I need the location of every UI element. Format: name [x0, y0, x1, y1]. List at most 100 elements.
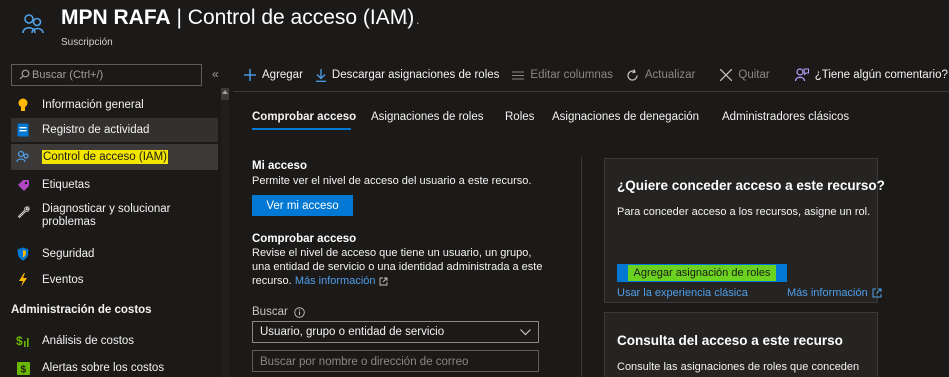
sidebar-item-overview[interactable]: Información general [11, 95, 218, 115]
collapse-sidebar-button[interactable]: « [212, 67, 219, 81]
download-icon [315, 68, 326, 82]
tab-classic-administrators[interactable]: Administradores clásicos [722, 111, 849, 123]
more-info-link[interactable]: Más información [295, 275, 376, 287]
download-label: Descargar asignaciones de roles [331, 69, 500, 81]
external-link-icon [379, 277, 388, 286]
sidebar-item-security[interactable]: Seguridad [11, 244, 218, 264]
sidebar-item-cost-alerts[interactable]: $ Alertas sobre los costos [11, 358, 218, 377]
dropdown-value: Usuario, grupo o entidad de servicio [260, 326, 445, 338]
title-separator: | [170, 6, 188, 29]
more-info-label: Más información [787, 287, 868, 299]
sidebar-item-label: Registro de actividad [42, 124, 150, 136]
sidebar-item-label: Información general [42, 99, 144, 111]
activity-log-icon [15, 122, 31, 138]
sidebar-item-label: Diagnosticar y solucionar [42, 203, 171, 215]
resource-type: Suscripción [61, 37, 113, 48]
tab-check-access[interactable]: Comprobar acceso [252, 111, 356, 123]
search-label-text: Buscar [252, 306, 288, 318]
sidebar-item-label: Eventos [42, 274, 84, 286]
page-title: MPN RAFA | Control de acceso (IAM) [61, 6, 414, 30]
search-principal-field[interactable] [252, 350, 539, 372]
people-icon [22, 13, 44, 35]
search-label: Buscar [252, 306, 305, 318]
page-title-text: Control de acceso (IAM) [187, 6, 415, 29]
refresh-button[interactable]: Actualizar [626, 68, 696, 82]
feedback-icon [794, 68, 809, 82]
search-icon [19, 69, 30, 80]
scroll-up-arrow[interactable] [222, 90, 228, 94]
section-header-cost: Administración de costos [11, 304, 152, 316]
refresh-icon [626, 68, 639, 82]
external-link-icon [872, 288, 882, 298]
refresh-label: Actualizar [644, 69, 696, 81]
shield-icon [15, 246, 31, 262]
columns-icon [512, 71, 525, 80]
edit-columns-label: Editar columnas [530, 69, 613, 81]
sidebar-scrollbar[interactable] [221, 88, 229, 377]
search-principal-input[interactable] [260, 354, 530, 369]
add-role-assignment-button[interactable]: Agregar asignación de roles [617, 264, 787, 282]
info-icon[interactable] [294, 306, 305, 318]
view-access-title: Consulta del acceso a este recurso [617, 333, 843, 348]
tab-roles[interactable]: Roles [505, 111, 534, 123]
sidebar-item-label: Alertas sobre los costos [42, 362, 165, 374]
sidebar-item-label: Etiquetas [42, 179, 90, 191]
sidebar-search[interactable] [11, 64, 202, 86]
command-bar: Agregar Descargar asignaciones de roles … [244, 60, 949, 90]
people-icon [15, 149, 31, 165]
sidebar-item-label-cont: problemas [42, 216, 96, 228]
feedback-label: ¿Tiene algún comentario? [814, 69, 948, 81]
sidebar-item-tags[interactable]: Etiquetas [11, 175, 218, 195]
wrench-icon [15, 204, 31, 220]
tab-role-assignments[interactable]: Asignaciones de roles [371, 111, 484, 123]
grant-access-title: ¿Quiere conceder acceso a este recurso? [617, 178, 885, 193]
add-label: Agregar [262, 69, 303, 81]
toolbar-divider-line [233, 91, 949, 92]
sidebar-item-events[interactable]: Eventos [11, 270, 218, 290]
edit-columns-button[interactable]: Editar columnas [512, 69, 613, 81]
view-access-description: Consulte las asignaciones de roles que c… [617, 361, 860, 373]
remove-label: Quitar [738, 69, 770, 81]
download-role-assignments-button[interactable]: Descargar asignaciones de roles [315, 68, 500, 82]
resource-name: MPN RAFA [61, 6, 171, 29]
cost-alert-icon: $ [15, 360, 31, 376]
description-end: recurso. [252, 275, 292, 287]
grant-access-description: Para conceder acceso a los recursos, asi… [617, 206, 871, 218]
sidebar-search-input[interactable] [32, 67, 197, 83]
sidebar-item-label-group: Diagnosticar y solucionar problemas [42, 203, 170, 229]
cost-analysis-icon: $ [15, 333, 31, 349]
check-access-title: Comprobar acceso [252, 233, 357, 245]
sidebar-item-diagnose[interactable]: Diagnosticar y solucionar problemas [11, 203, 218, 233]
check-access-description-1: Revise el nivel de acceso que tiene un u… [252, 247, 532, 259]
view-my-access-button[interactable]: Ver mi acceso [252, 195, 353, 216]
add-button[interactable]: Agregar [244, 69, 303, 81]
tab-deny-assignments[interactable]: Asignaciones de denegación [552, 111, 699, 123]
sidebar-item-label: Control de acceso (IAM) [42, 150, 168, 164]
sidebar-item-activity-log[interactable]: Registro de actividad [11, 118, 218, 142]
sidebar-item-cost-analysis[interactable]: $ Análisis de costos [11, 331, 218, 351]
add-role-assignment-label: Agregar asignación de roles [627, 265, 777, 281]
panel-divider [581, 157, 582, 377]
sidebar-item-iam[interactable]: Control de acceso (IAM) [11, 144, 218, 170]
feedback-button[interactable]: ¿Tiene algún comentario? [794, 68, 948, 82]
lightbulb-icon [15, 97, 31, 113]
my-access-title: Mi acceso [252, 160, 307, 172]
check-access-description-3: recurso. Más información [252, 274, 388, 288]
grant-more-info-link[interactable]: Más información [787, 287, 882, 299]
svg-text:$: $ [16, 334, 23, 348]
tag-icon [15, 177, 31, 193]
my-access-description: Permite ver el nivel de acceso del usuar… [252, 175, 532, 187]
check-access-description-2: una entidad de servicio o una identidad … [252, 261, 543, 273]
more-options-button[interactable]: ··· [404, 14, 421, 30]
plus-icon [244, 69, 256, 81]
active-tab-indicator [252, 128, 351, 130]
sidebar-item-label: Seguridad [42, 248, 95, 260]
sidebar-item-label: Análisis de costos [42, 335, 135, 347]
remove-button[interactable]: Quitar [720, 69, 770, 81]
close-icon [720, 69, 733, 81]
chevron-down-icon [520, 329, 531, 336]
classic-experience-link[interactable]: Usar la experiencia clásica [617, 287, 748, 299]
lightning-icon [15, 272, 31, 288]
svg-text:$: $ [20, 364, 26, 375]
search-scope-dropdown[interactable]: Usuario, grupo o entidad de servicio [252, 321, 539, 343]
